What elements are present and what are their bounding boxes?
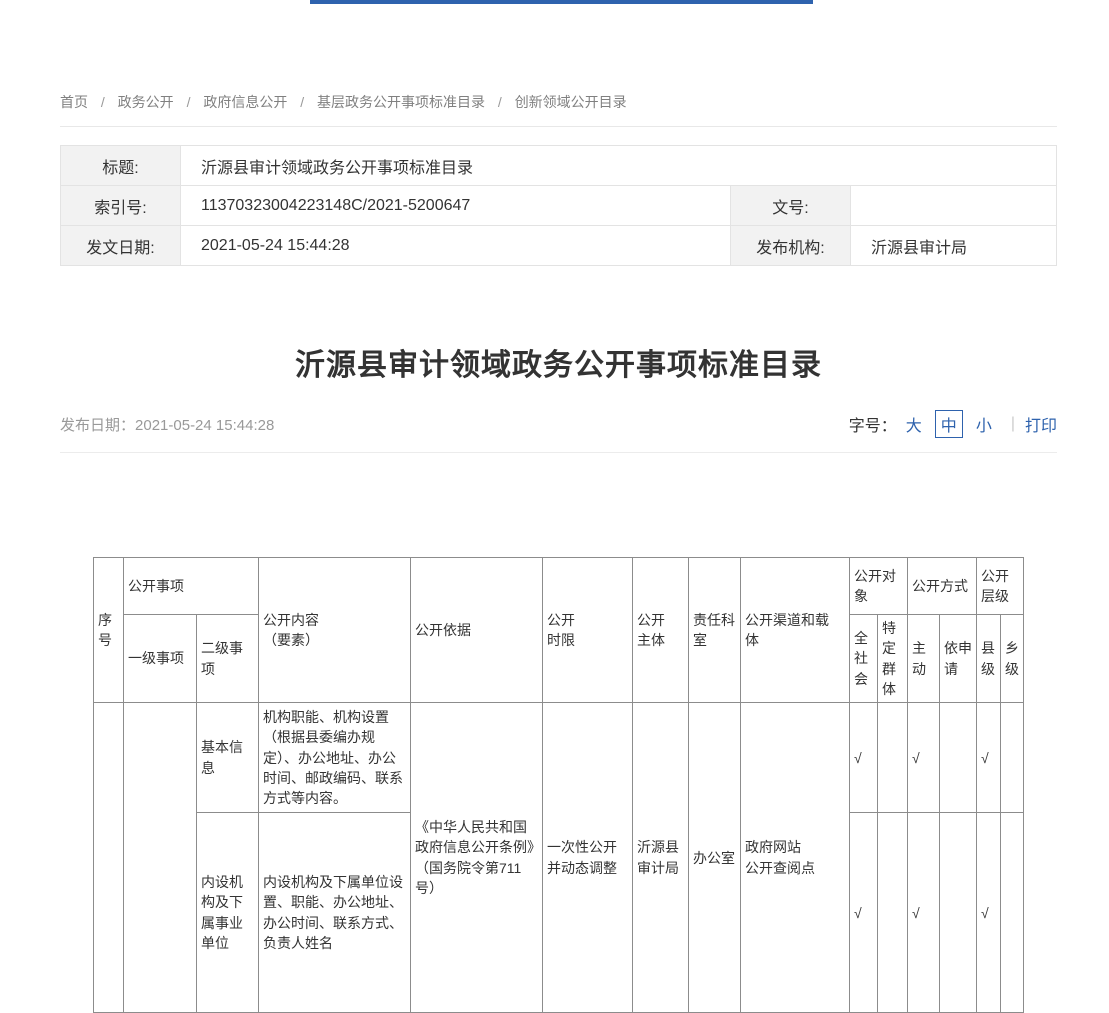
breadcrumb-separator: / <box>300 94 304 110</box>
header-level1-item: 一级事项 <box>124 615 197 703</box>
cell-check-all-society: √ <box>850 703 878 813</box>
cell-check-township <box>1001 703 1024 813</box>
meta-title-label: 标题: <box>61 146 181 186</box>
meta-date-label: 发文日期: <box>61 226 181 266</box>
cell-open-content: 机构职能、机构设置（根据县委编办规定）、办公地址、办公时间、邮政编码、联系方式等… <box>259 703 411 813</box>
header-all-society: 全社会 <box>850 615 878 703</box>
header-county-level: 县级 <box>977 615 1001 703</box>
standard-directory-table: 序 号 公开事项 公开内容 （要素） 公开依据 公开 时限 公开 主体 责任科 … <box>93 557 1024 1013</box>
font-size-small-button[interactable]: 小 <box>971 411 997 437</box>
cell-check-proactive: √ <box>908 703 940 813</box>
cell-check-specific-group <box>878 813 908 1013</box>
header-open-content: 公开内容 （要素） <box>259 558 411 703</box>
article-info-row: 发布日期：2021-05-24 15:44:28 字号： 大 中 小 | 打印 <box>60 410 1057 453</box>
header-open-subject: 公开 主体 <box>633 558 689 703</box>
cell-open-basis: 《中华人民共和国政府信息公开条例》（国务院令第711号） <box>411 703 543 1013</box>
publish-date-value: 2021-05-24 15:44:28 <box>135 417 274 434</box>
cell-check-on-request <box>940 813 977 1013</box>
font-size-label: 字号： <box>849 412 897 436</box>
header-township-level: 乡级 <box>1001 615 1024 703</box>
header-open-deadline: 公开 时限 <box>543 558 633 703</box>
cell-check-township <box>1001 813 1024 1013</box>
cell-check-county: √ <box>977 813 1001 1013</box>
directory-table-wrapper: 序 号 公开事项 公开内容 （要素） 公开依据 公开 时限 公开 主体 责任科 … <box>93 557 1057 1013</box>
publish-date-label: 发布日期： <box>60 417 135 434</box>
cell-check-county: √ <box>977 703 1001 813</box>
breadcrumb-item-gov-info-disclosure[interactable]: 政府信息公开 <box>203 94 287 110</box>
meta-index-label: 索引号: <box>61 186 181 226</box>
cell-serial-number <box>94 703 124 1013</box>
meta-date-value: 2021-05-24 15:44:28 <box>181 226 731 266</box>
controls-divider: | <box>1011 415 1015 433</box>
breadcrumb-item-open-government[interactable]: 政务公开 <box>118 94 174 110</box>
meta-title-value: 沂源县审计领域政务公开事项标准目录 <box>181 146 1057 186</box>
breadcrumb-item-innovation-directory[interactable]: 创新领域公开目录 <box>515 94 627 110</box>
header-open-basis: 公开依据 <box>411 558 543 703</box>
page-container: 首页 / 政务公开 / 政府信息公开 / 基层政务公开事项标准目录 / 创新领域… <box>60 0 1057 1013</box>
meta-docnum-value <box>851 186 1057 226</box>
article-controls: 字号： 大 中 小 | 打印 <box>849 410 1057 438</box>
cell-open-deadline: 一次性公开并动态调整 <box>543 703 633 1013</box>
breadcrumb-separator: / <box>187 94 191 110</box>
header-proactive: 主动 <box>908 615 940 703</box>
header-open-item: 公开事项 <box>124 558 259 615</box>
meta-agency-value: 沂源县审计局 <box>851 226 1057 266</box>
publish-date: 发布日期：2021-05-24 15:44:28 <box>60 414 274 435</box>
cell-check-specific-group <box>878 703 908 813</box>
breadcrumb: 首页 / 政务公开 / 政府信息公开 / 基层政务公开事项标准目录 / 创新领域… <box>60 92 1057 127</box>
cell-open-content: 内设机构及下属单位设置、职能、办公地址、办公时间、联系方式、负责人姓名 <box>259 813 411 1013</box>
header-specific-group: 特定群体 <box>878 615 908 703</box>
header-on-request: 依申请 <box>940 615 977 703</box>
cell-channel-carrier: 政府网站 公开查阅点 <box>741 703 850 1013</box>
header-serial-number: 序 号 <box>94 558 124 703</box>
header-open-level: 公开 层级 <box>977 558 1024 615</box>
cell-open-subject: 沂源县审计局 <box>633 703 689 1013</box>
font-size-large-button[interactable]: 大 <box>901 411 927 437</box>
header-level2-item: 二级事 项 <box>197 615 259 703</box>
meta-index-value: 11370323004223148C/2021-5200647 <box>181 186 731 226</box>
cell-level1-item <box>124 703 197 1013</box>
cell-check-all-society: √ <box>850 813 878 1013</box>
font-size-medium-button[interactable]: 中 <box>935 410 963 438</box>
breadcrumb-item-standard-directory[interactable]: 基层政务公开事项标准目录 <box>317 94 485 110</box>
top-nav-bar-fragment <box>310 0 813 4</box>
meta-agency-label: 发布机构: <box>731 226 851 266</box>
page-title: 沂源县审计领域政务公开事项标准目录 <box>60 340 1057 384</box>
header-open-target: 公开对 象 <box>850 558 908 615</box>
meta-docnum-label: 文号: <box>731 186 851 226</box>
cell-check-proactive: √ <box>908 813 940 1013</box>
print-button[interactable]: 打印 <box>1025 412 1057 436</box>
header-open-method: 公开方式 <box>908 558 977 615</box>
header-channel-carrier: 公开渠道和载 体 <box>741 558 850 703</box>
cell-level2-item: 基本信息 <box>197 703 259 813</box>
breadcrumb-separator: / <box>498 94 502 110</box>
breadcrumb-item-home[interactable]: 首页 <box>60 94 88 110</box>
document-meta-table: 标题: 沂源县审计领域政务公开事项标准目录 索引号: 1137032300422… <box>60 145 1057 266</box>
cell-responsible-office: 办公室 <box>689 703 741 1013</box>
cell-check-on-request <box>940 703 977 813</box>
header-responsible-office: 责任科 室 <box>689 558 741 703</box>
cell-level2-item: 内设机构及下属事业单位 <box>197 813 259 1013</box>
breadcrumb-separator: / <box>101 94 105 110</box>
